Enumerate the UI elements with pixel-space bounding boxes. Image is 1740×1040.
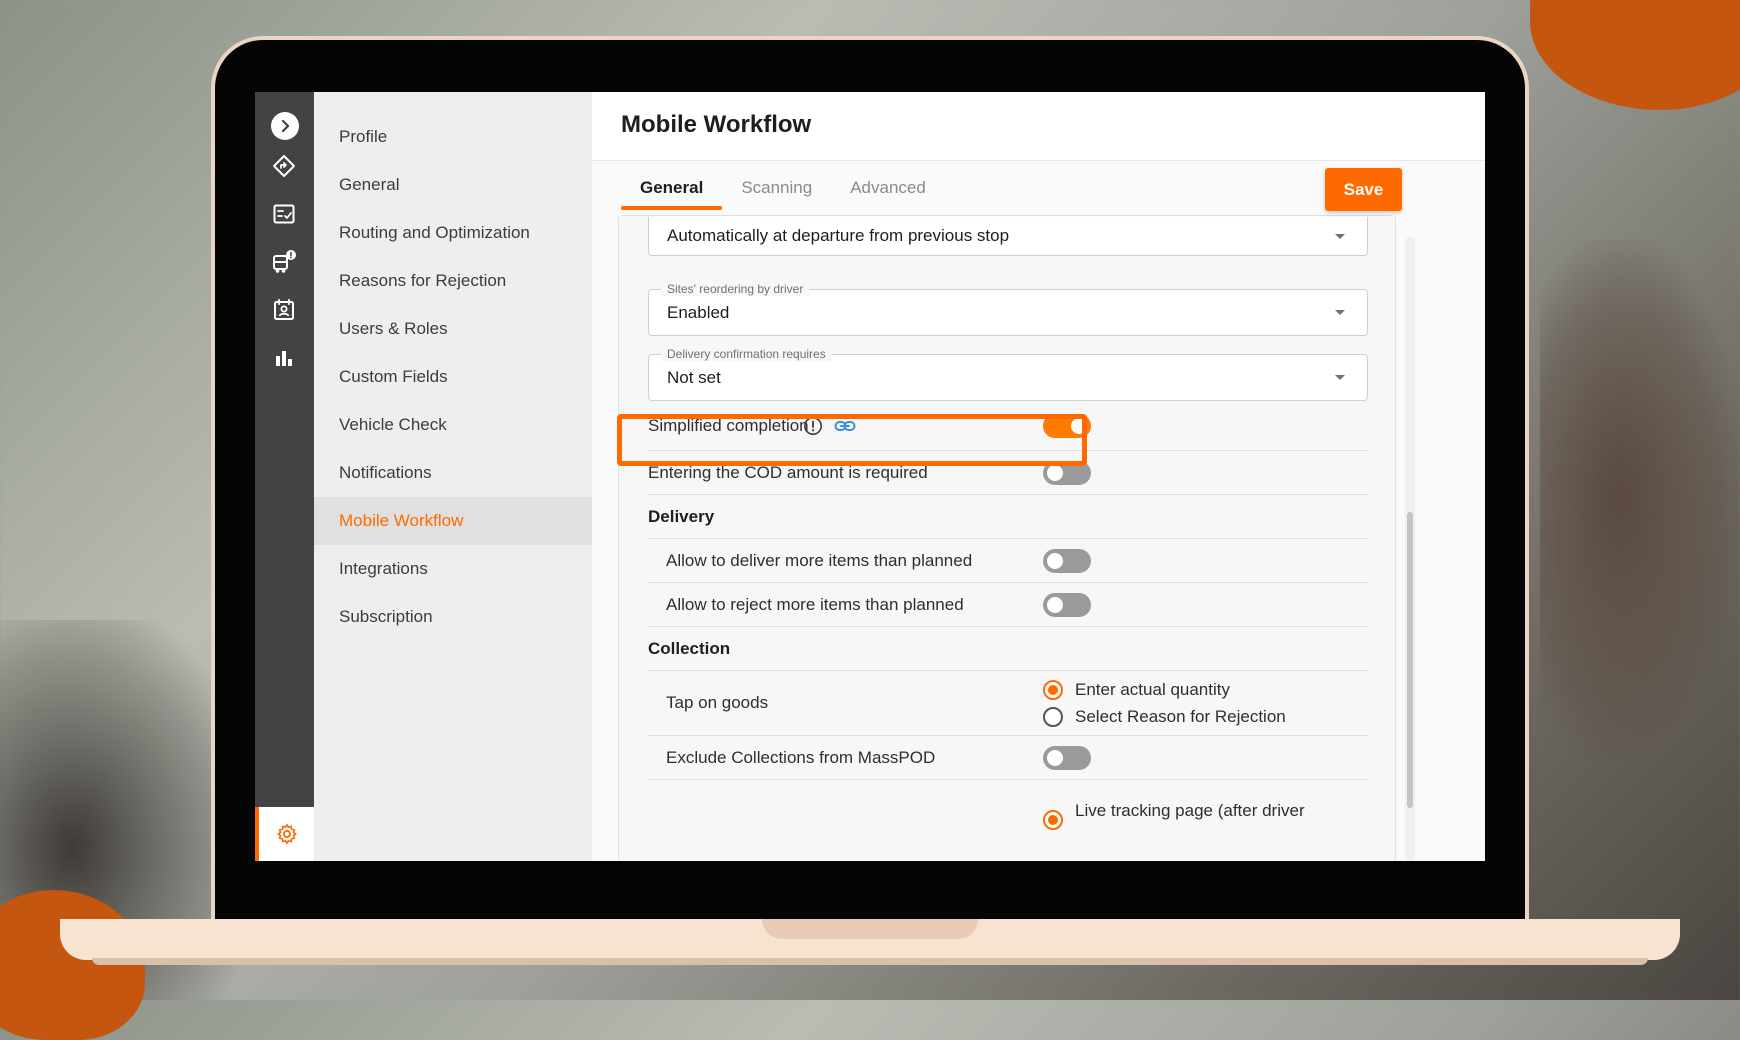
app-screen: Profile General Routing and Optimization… (255, 92, 1485, 861)
scrollbar-thumb[interactable] (1407, 512, 1413, 808)
menu-item-integrations[interactable]: Integrations (314, 545, 592, 593)
radio-dot (1043, 680, 1063, 700)
reordering-select[interactable]: Sites' reordering by driver Enabled (648, 282, 1368, 336)
tab-scanning[interactable]: Scanning (722, 170, 831, 206)
divider (621, 215, 1391, 216)
departure-select[interactable]: Automatically at departure from previous… (648, 217, 1368, 256)
reject-more-toggle[interactable] (1043, 592, 1091, 617)
deliver-more-toggle[interactable] (1043, 548, 1091, 573)
tap-on-goods-row: Tap on goods Enter actual quantity Selec… (648, 671, 1368, 736)
tab-general[interactable]: General (621, 170, 723, 210)
toggle-knob (1047, 552, 1063, 569)
simplified-completion-toggle[interactable] (1043, 414, 1091, 438)
menu-item-subscription[interactable]: Subscription (314, 593, 592, 641)
delivery-section-row: Delivery (648, 495, 1368, 539)
radio-select-reason-for-rejection[interactable]: Select Reason for Rejection (1043, 707, 1286, 727)
radio-label: Select Reason for Rejection (1075, 707, 1286, 726)
cod-required-toggle[interactable] (1043, 460, 1091, 485)
radio-label: Live tracking page (after driver (1075, 801, 1305, 820)
deliver-more-row: Allow to deliver more items than planned (648, 539, 1368, 583)
row-label: Entering the COD amount is required (648, 462, 928, 482)
main-panel: Mobile Workflow General Scanning Advance… (592, 92, 1485, 861)
truck-alert-icon[interactable] (270, 248, 298, 276)
chevron-down-icon (1335, 310, 1345, 315)
background-shade (1540, 240, 1740, 760)
route-icon[interactable] (270, 152, 298, 180)
confirmation-select[interactable]: Delivery confirmation requires Not set (648, 347, 1368, 401)
save-button[interactable]: Save (1325, 168, 1402, 211)
toggle-knob (1047, 749, 1063, 766)
section-title-collection: Collection (648, 638, 731, 658)
toggle-knob (1071, 418, 1087, 434)
menu-item-custom-fields[interactable]: Custom Fields (314, 353, 592, 401)
simplified-completion-row: Simplified completion (648, 402, 1368, 451)
laptop-notch (762, 919, 978, 939)
reject-more-row: Allow to reject more items than planned (648, 583, 1368, 627)
page-title: Mobile Workflow (621, 111, 812, 138)
radio-dot (1043, 810, 1063, 830)
toggle-knob (1047, 464, 1063, 481)
select-label: Sites' reordering by driver (661, 282, 810, 296)
info-icon[interactable] (803, 416, 823, 441)
link-icon[interactable] (834, 417, 856, 440)
select-value: Enabled (667, 303, 730, 322)
menu-item-general[interactable]: General (314, 161, 592, 209)
menu-item-profile[interactable]: Profile (314, 113, 592, 161)
settings-form: Automatically at departure from previous… (618, 217, 1396, 861)
row-label: Exclude Collections from MassPOD (666, 747, 936, 767)
page-header: Mobile Workflow (592, 92, 1485, 161)
toggle-knob (1047, 596, 1063, 613)
gear-icon[interactable] (255, 807, 314, 861)
menu-item-reasons-for-rejection[interactable]: Reasons for Rejection (314, 257, 592, 305)
section-title-delivery: Delivery (648, 506, 715, 526)
contact-card-icon[interactable] (270, 296, 298, 324)
bar-chart-icon[interactable] (270, 344, 298, 372)
menu-item-routing[interactable]: Routing and Optimization (314, 209, 592, 257)
radio-enter-actual-quantity[interactable]: Enter actual quantity (1043, 680, 1230, 700)
radio-live-tracking[interactable]: Live tracking page (after driver (1043, 792, 1305, 830)
tab-bar: General Scanning Advanced (621, 170, 945, 210)
icon-rail (255, 92, 314, 861)
exclude-masspod-toggle[interactable] (1043, 745, 1091, 770)
menu-item-mobile-workflow[interactable]: Mobile Workflow (314, 497, 592, 545)
menu-item-users-roles[interactable]: Users & Roles (314, 305, 592, 353)
menu-item-vehicle-check[interactable]: Vehicle Check (314, 401, 592, 449)
chevron-down-icon (1335, 375, 1345, 380)
select-value: Automatically at departure from previous… (667, 226, 1010, 245)
select-label: Delivery confirmation requires (661, 347, 832, 361)
chevron-down-icon (1335, 234, 1345, 239)
checklist-icon[interactable] (270, 200, 298, 228)
chevron-right-icon[interactable] (271, 112, 299, 140)
collection-section-row: Collection (648, 627, 1368, 671)
row-label: Simplified completion (648, 416, 809, 435)
row-label: Allow to deliver more items than planned (666, 550, 973, 570)
radio-label: Enter actual quantity (1075, 680, 1230, 699)
row-label: Tap on goods (666, 693, 769, 712)
cod-required-row: Entering the COD amount is required (648, 451, 1368, 495)
exclude-masspod-row: Exclude Collections from MassPOD (648, 736, 1368, 780)
laptop-base-shadow (92, 958, 1648, 965)
select-value: Not set (667, 368, 721, 387)
radio-dot (1043, 707, 1063, 727)
settings-menu: Profile General Routing and Optimization… (314, 92, 592, 861)
tab-advanced[interactable]: Advanced (831, 170, 945, 206)
row-label: Allow to reject more items than planned (666, 594, 964, 614)
menu-item-notifications[interactable]: Notifications (314, 449, 592, 497)
